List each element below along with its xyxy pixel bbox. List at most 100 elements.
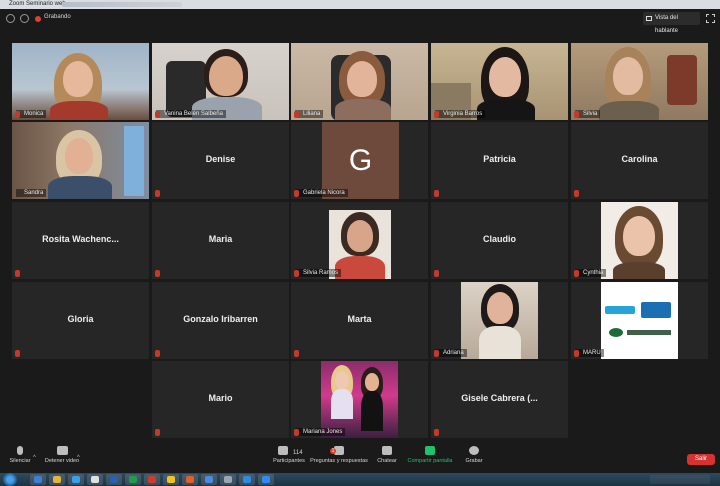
qa-button[interactable]: Preguntas y respuestas [310,446,368,464]
participant-display-name: Carolina [621,154,658,164]
share-screen-label: Compartir pantalla [407,458,453,464]
taskbar-app-icon[interactable] [30,474,46,485]
chat-icon [382,446,392,455]
taskbar-app-icon[interactable] [220,474,236,485]
taskbar-app-icon[interactable] [68,474,84,485]
record-label: Grabar [465,458,483,464]
participant-tile[interactable]: Claudio [431,202,568,279]
participant-tile[interactable]: Monica [12,43,149,120]
mute-label: Silenciar [9,458,31,464]
participant-tile[interactable]: Maria [152,202,289,279]
stop-video-button[interactable]: Detener video [44,446,80,464]
participant-tile[interactable]: Gloria [12,282,149,359]
taskbar-app-icon[interactable] [163,474,179,485]
taskbar-app-icon[interactable] [182,474,198,485]
mic-muted-icon [574,111,579,118]
participant-tile[interactable]: MARU [571,282,708,359]
participant-tile[interactable]: Mario [152,361,289,438]
participant-display-name: Rosita Wachenc... [42,234,119,244]
participant-name: Cynthia [575,269,607,277]
participant-tile[interactable]: Mariana Jones [291,361,428,438]
audio-options-caret[interactable]: ^ [33,455,36,461]
mic-muted-icon [155,270,160,277]
video-grid: Monica Vanina Belén Salbeña Liliana Virg… [0,0,720,486]
participant-name: Monica [16,110,47,118]
mic-muted-icon [294,190,299,197]
participant-tile[interactable]: Silvia [571,43,708,120]
participant-tile[interactable]: Silvia Ramos [291,202,428,279]
mic-muted-icon [294,111,299,118]
participant-tile[interactable]: Vanina Belén Salbeña [152,43,289,120]
windows-start-icon[interactable] [3,473,17,486]
taskbar-app-icon[interactable] [239,474,255,485]
mic-muted-icon [434,190,439,197]
participant-tile[interactable]: G Gabriela Nicora [291,122,428,199]
mic-muted-icon [294,270,299,277]
mic-muted-icon [15,111,20,118]
participant-tile[interactable]: Patricia [431,122,568,199]
participants-label: Participantes [273,458,305,464]
participants-count: 114 [293,450,303,456]
mic-muted-icon [294,429,299,436]
participant-video [152,43,289,120]
taskbar-app-icon[interactable] [125,474,141,485]
mic-muted-icon [155,190,160,197]
os-taskbar [0,473,720,486]
participant-tile[interactable]: Rosita Wachenc... [12,202,149,279]
taskbar-app-icon[interactable] [106,474,122,485]
taskbar-app-icon[interactable] [49,474,65,485]
chat-label: Chatear [377,458,397,464]
participant-display-name: Mario [208,393,233,403]
participant-display-name: Denise [205,154,236,164]
mic-muted-icon [155,429,160,436]
mute-button[interactable]: Silenciar [8,446,32,464]
share-screen-button[interactable]: Compartir pantalla [406,446,454,464]
mic-muted-icon [574,190,579,197]
participant-tile[interactable]: Adriana [431,282,568,359]
taskbar-app-icon[interactable] [87,474,103,485]
mic-muted-icon [155,111,160,118]
taskbar-app-icon[interactable] [144,474,160,485]
participant-tile[interactable]: Denise [152,122,289,199]
participant-tile[interactable]: Cynthia [571,202,708,279]
participant-photo [601,202,678,279]
record-icon [469,446,479,455]
chat-button[interactable]: Chatear [376,446,398,464]
share-screen-icon [425,446,435,455]
mic-muted-icon [155,350,160,357]
participant-tile[interactable]: Virginia Barros [431,43,568,120]
mic-muted-icon [294,350,299,357]
record-button[interactable]: Grabar [464,446,484,464]
participant-display-name: Gisele Cabrera (... [461,393,538,403]
participants-icon [278,446,288,455]
participant-initial-avatar: G [322,122,399,199]
participant-name: Liliana [295,110,324,118]
participant-tile-active-speaker[interactable]: Sandra [12,122,149,199]
participant-name: Silvia Ramos [295,269,342,277]
taskbar-app-icon-zoom[interactable] [258,474,274,485]
participant-tile[interactable]: Marta [291,282,428,359]
system-tray [650,475,710,484]
participant-video [291,43,428,120]
mic-muted-icon [434,270,439,277]
participant-name: Mariana Jones [295,428,346,436]
participant-tile[interactable]: Gonzalo Iribarren [152,282,289,359]
taskbar-app-icon[interactable] [201,474,217,485]
mic-muted-icon [434,350,439,357]
participant-tile[interactable]: Liliana [291,43,428,120]
participant-video [12,43,149,120]
participant-video [431,43,568,120]
participant-video [12,122,149,199]
leave-button[interactable]: Salir [687,454,715,465]
participant-name: Sandra [16,189,47,197]
video-camera-icon [56,446,68,455]
participant-tile[interactable]: Carolina [571,122,708,199]
participant-display-name: Claudio [483,234,516,244]
qa-badge: 1 [330,448,336,454]
mic-muted-icon [434,429,439,436]
qa-label: Preguntas y respuestas [310,458,368,464]
participant-display-name: Maria [208,234,233,244]
participant-display-name: Gloria [67,314,94,324]
participant-tile[interactable]: Gisele Cabrera (... [431,361,568,438]
video-options-caret[interactable]: ^ [77,455,80,461]
